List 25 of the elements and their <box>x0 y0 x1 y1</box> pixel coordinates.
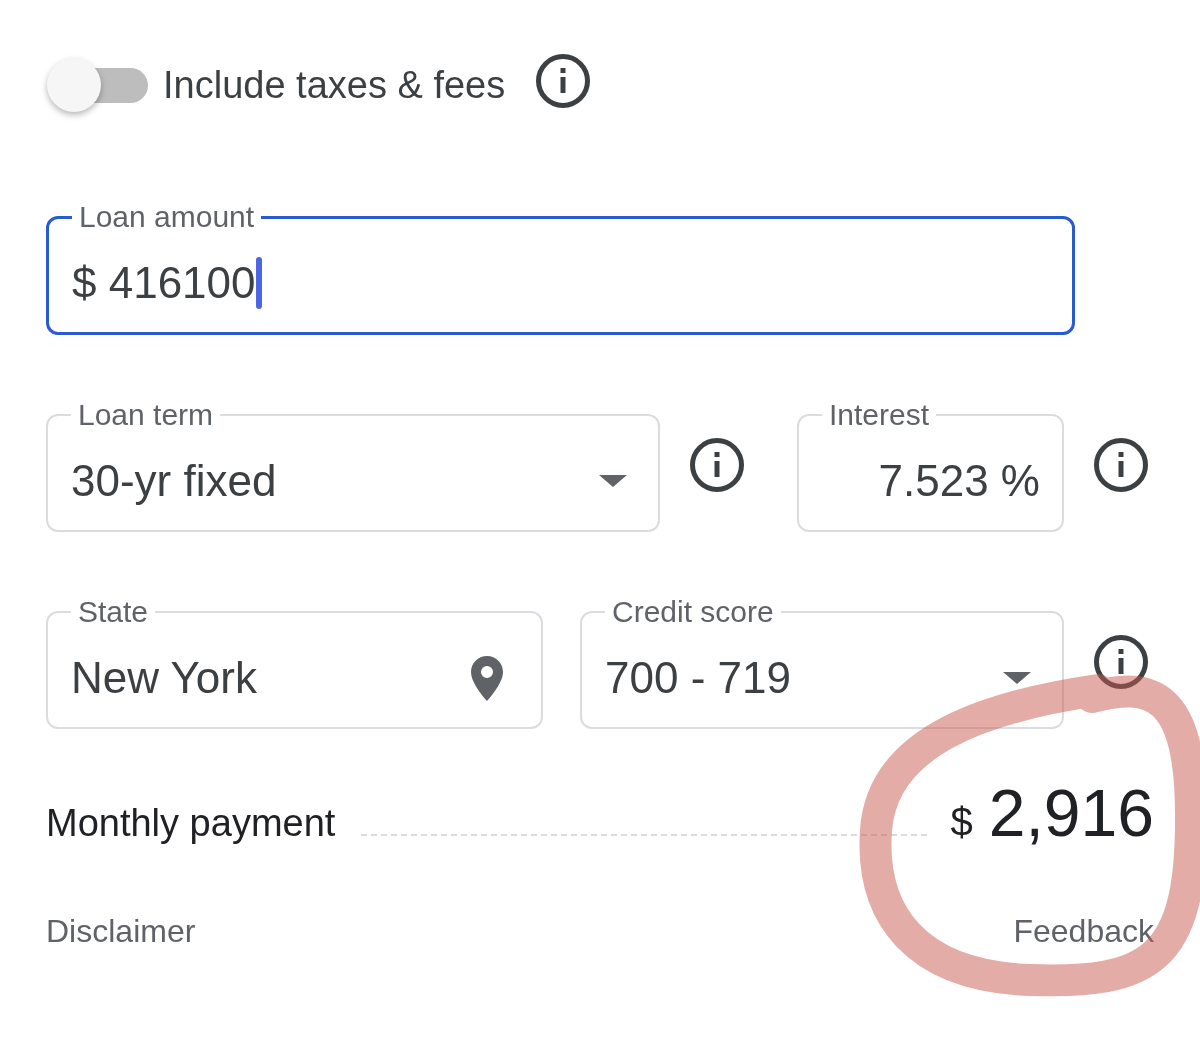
field-label: Credit score <box>611 595 775 629</box>
info-icon[interactable] <box>536 54 591 108</box>
dropdown-caret-icon <box>599 475 627 487</box>
info-icon[interactable] <box>1094 635 1148 689</box>
field-label: State <box>77 595 150 629</box>
field-value: 700 - 719 <box>605 652 791 704</box>
info-icon[interactable] <box>1094 438 1148 492</box>
field-value: $ 416100 <box>72 257 256 309</box>
toggle-switch[interactable] <box>46 58 150 112</box>
info-icon[interactable] <box>690 438 744 492</box>
field-value: 30-yr fixed <box>71 455 277 507</box>
location-pin-icon[interactable] <box>471 655 503 701</box>
toggle-label: Include taxes & fees <box>163 63 506 107</box>
payment-amount: 2,916 <box>988 775 1154 851</box>
footer-link[interactable]: Disclaimer <box>46 911 196 951</box>
dropdown-caret-icon <box>1003 672 1031 684</box>
field-label: Loan term <box>77 398 215 432</box>
footer-link[interactable]: Feedback <box>1013 911 1154 951</box>
field-label: Interest <box>828 398 931 432</box>
payment-label: Monthly payment <box>46 801 336 845</box>
field-value: 7.523 % <box>878 455 1040 507</box>
text-cursor <box>255 257 262 309</box>
field-label: Loan amount <box>78 200 256 234</box>
field-value: New York <box>71 652 257 704</box>
currency-symbol: $ <box>950 800 973 845</box>
